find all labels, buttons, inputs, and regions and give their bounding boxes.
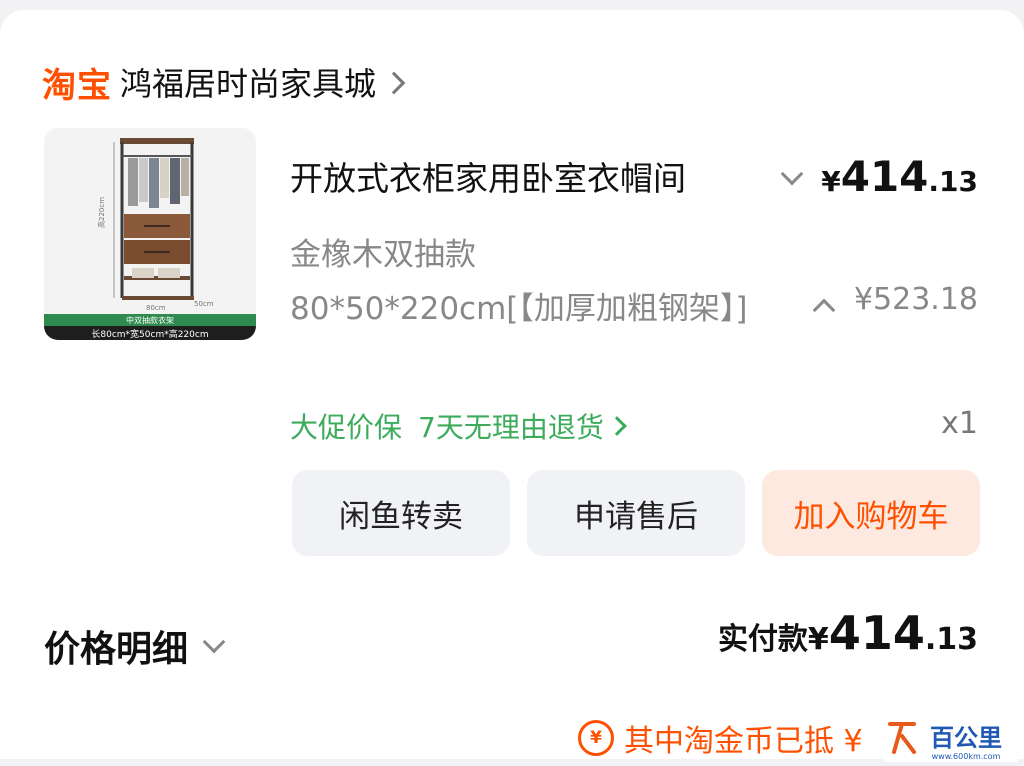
chevron-right-icon [382,71,406,95]
chevron-up-icon[interactable] [812,298,836,322]
chevron-right-icon [606,416,627,436]
coin-discount-text: 其中淘金币已抵 ¥ [624,724,863,759]
service-tags[interactable]: 大促价保 7天无理由退货 [290,406,627,446]
paid-label: 实付款¥ [717,622,829,657]
thumb-depth-label: 50cm [194,300,214,308]
paid-integer: 414 [828,606,925,660]
product-thumbnail[interactable]: 高220cm 80cm 50cm 中双抽款衣架 长80cm*宽50cm*高220… [44,128,256,340]
add-to-cart-button[interactable]: 加入购物车 [762,470,980,556]
title-fade [690,150,750,198]
price-detail-label: 价格明细 [44,629,189,670]
product-spec: 金橡木双抽款 80*50*220cm[【加厚加粗钢架】] [290,237,748,327]
watermark-text: 百公里 [930,724,1002,752]
watermark-url: www.600km.com [932,752,1001,761]
quantity: x1 [941,406,978,441]
price-integer: 414 [840,152,929,201]
service-return-policy: 7天无理由退货 [418,411,604,444]
product-title[interactable]: 开放式衣柜家用卧室衣帽间 [290,152,750,200]
paid-amount: 实付款¥414.13 [718,606,978,660]
coin-discount-row: ¥ 其中淘金币已抵 ¥ [578,716,863,760]
chevron-down-icon[interactable] [780,162,804,186]
product-price: ¥414.13 [821,152,978,201]
thumb-width-label: 80cm [146,304,166,312]
price-symbol: ¥ [821,165,841,198]
service-price-protection: 大促价保 [290,411,403,444]
shop-name[interactable]: 鸿福居时尚家具城 [120,59,376,105]
coin-icon: ¥ [578,720,614,756]
resell-button[interactable]: 闲鱼转卖 [292,470,510,556]
thumb-height-label: 高220cm [97,197,106,228]
thumb-caption-top: 中双抽款衣架 [126,315,174,325]
watermark: 百公里 www.600km.com [884,716,1018,762]
paid-decimal: .13 [924,622,978,657]
price-detail-toggle[interactable]: 价格明细 [44,620,226,672]
original-price: ¥523.18 [853,282,978,317]
chevron-down-icon [202,630,226,654]
order-card: 淘宝 鸿福居时尚家具城 高220cm 80cm 50cm 中双抽款衣架 长80c… [0,10,1024,762]
after-sales-button[interactable]: 申请售后 [527,470,745,556]
shop-header[interactable]: 淘宝 鸿福居时尚家具城 [42,52,406,112]
thumb-caption-bottom: 长80cm*宽50cm*高220cm [91,328,208,340]
price-decimal: .13 [928,165,978,198]
taobao-logo: 淘宝 [42,65,112,106]
